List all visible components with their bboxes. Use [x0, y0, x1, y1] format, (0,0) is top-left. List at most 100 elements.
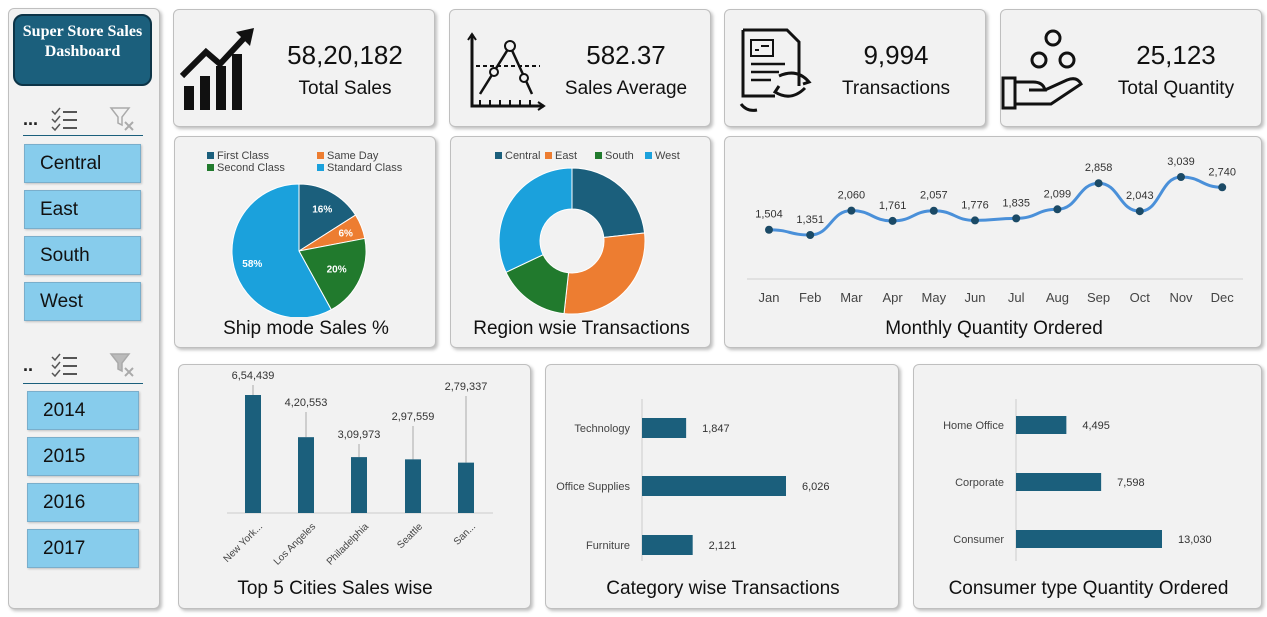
data-label: 1,504 [755, 209, 783, 221]
kpi-value: 582.37 [586, 40, 666, 70]
region-chart-panel: Central East South West Region wsie Transac… [450, 136, 711, 348]
consumer-type-bar-chart: Home Office 4,495 Corporate 7,598 Consumer 13… [943, 399, 1212, 561]
data-label: 1,847 [702, 423, 730, 435]
pie-data-label: 16% [312, 205, 332, 216]
kpi-value: 58,20,182 [287, 40, 403, 70]
category-bar [1016, 416, 1067, 434]
consumer-type-chart-panel: Home Office 4,495 Corporate 7,598 Consumer 13… [913, 364, 1262, 609]
city-bar [245, 395, 261, 513]
data-label: 13,030 [1178, 534, 1212, 546]
monthly-line-chart: 1,504 Jan 1,351 Feb 2,060 Mar 1,761 Apr 2,057 May… [747, 156, 1243, 305]
category-bar-chart: Technology 1,847 Office Supplies 6,026 Furni… [556, 399, 830, 561]
pie-data-label: 20% [327, 265, 347, 276]
y-tick-label: Technology [574, 423, 630, 435]
x-tick-label: Aug [1046, 290, 1069, 305]
multi-select-icon[interactable] [49, 105, 79, 133]
line-point [1218, 183, 1227, 192]
slicer-divider [23, 383, 143, 384]
data-label: 7,598 [1117, 477, 1145, 489]
line-point [888, 216, 897, 225]
region-slicer-item-south[interactable]: South [24, 236, 141, 275]
sidebar: Super Store Sales Dashboard ... Central E… [8, 8, 160, 609]
data-label: 2,099 [1044, 188, 1072, 200]
data-label: 3,09,973 [338, 429, 381, 441]
x-tick-label: Sep [1087, 290, 1110, 305]
x-tick-label: San... [452, 521, 478, 547]
ship-mode-chart-panel: First Class Same DaySecond Class Standard … [174, 136, 436, 348]
donut-slice [498, 167, 573, 273]
line-graph-icon [467, 32, 546, 111]
chart-title: Consumer type Quantity Ordered [948, 578, 1229, 599]
x-tick-label: Mar [840, 290, 863, 305]
data-label: 2,740 [1208, 166, 1236, 178]
kpi-label: Sales Average [564, 78, 688, 99]
clear-filter-icon[interactable] [109, 105, 137, 133]
kpi-label: Transactions [841, 78, 951, 99]
y-tick-label: Corporate [955, 477, 1004, 489]
category-bar [642, 418, 687, 438]
line-point [929, 206, 938, 215]
x-tick-label: Nov [1169, 290, 1193, 305]
dashboard-title: Super Store Sales Dashboard [13, 14, 152, 86]
x-tick-label: New York... [222, 521, 266, 565]
x-tick-label: Seattle [395, 521, 425, 551]
monthly-quantity-chart-panel: 1,504 Jan 1,351 Feb 2,060 Mar 1,761 Apr 2,057 May… [724, 136, 1262, 348]
data-label: 2,043 [1126, 190, 1154, 202]
kpi-card-sales-average: 582.37 Sales Average [449, 9, 711, 127]
category-bar [642, 535, 693, 555]
chart-title: Ship mode Sales % [223, 318, 389, 339]
year-slicer-item-2016[interactable]: 2016 [27, 483, 139, 522]
x-tick-label: Jul [1008, 290, 1025, 305]
year-slicer-item-2015[interactable]: 2015 [27, 437, 139, 476]
chart-title: Top 5 Cities Sales wise [237, 578, 433, 599]
top-cities-chart-panel: 6,54,439 New York... 4,20,553 Los Angeles 3,… [178, 364, 531, 609]
y-tick-label: Office Supplies [556, 481, 630, 493]
slicer-divider [23, 135, 143, 136]
data-label: 1,776 [961, 199, 989, 211]
x-tick-label: May [922, 290, 947, 305]
region-slicer-header: ... [23, 105, 143, 135]
clear-filter-icon[interactable] [109, 351, 137, 379]
line-point [971, 216, 979, 225]
data-label: 2,057 [920, 190, 948, 202]
slicer-header-label: .. [23, 355, 34, 375]
kpi-card-transactions: 9,994 Transactions [724, 9, 986, 127]
pie-data-label: 6% [338, 229, 353, 240]
chart-title: Region wsie Transactions [473, 318, 690, 339]
x-tick-label: Oct [1130, 290, 1151, 305]
region-slicer-item-east[interactable]: East [24, 190, 141, 229]
data-label: 6,54,439 [232, 370, 275, 382]
line-point [765, 225, 773, 234]
data-label: 2,121 [709, 540, 737, 552]
x-tick-label: Jun [965, 290, 986, 305]
chart-title: Category wise Transactions [606, 578, 840, 599]
line-point [847, 206, 856, 215]
region-slicer-item-central[interactable]: Central [24, 144, 141, 183]
year-slicer-item-2017[interactable]: 2017 [27, 529, 139, 568]
category-bar [1016, 473, 1102, 491]
city-bar [351, 457, 367, 513]
line-point [1135, 207, 1144, 216]
region-slicer-item-west[interactable]: West [24, 282, 141, 321]
pie-data-label: 58% [242, 259, 262, 270]
y-tick-label: Furniture [586, 540, 630, 552]
x-tick-label: Philadelphia [325, 521, 372, 568]
data-label: 2,97,559 [392, 411, 435, 423]
category-bar [1016, 530, 1162, 548]
data-label: 2,79,337 [445, 381, 488, 393]
year-slicer-item-2014[interactable]: 2014 [27, 391, 139, 430]
multi-select-icon[interactable] [49, 351, 79, 379]
city-bar [405, 459, 421, 513]
hand-coins-icon [1001, 29, 1083, 110]
category-bar [642, 476, 786, 496]
kpi-label: Total Quantity [1117, 78, 1235, 99]
year-slicer-header: .. [23, 351, 143, 381]
invoice-exchange-icon [739, 28, 812, 112]
ship-mode-pie-chart: 16% 6% 20% 58% [231, 183, 367, 317]
kpi-value: 25,123 [1136, 40, 1216, 70]
category-chart-panel: Technology 1,847 Office Supplies 6,026 Furni… [545, 364, 899, 609]
donut-slice [571, 167, 646, 239]
series-line [768, 175, 1223, 237]
kpi-card-total-quantity: 25,123 Total Quantity [1000, 9, 1262, 127]
x-tick-label: Jan [759, 290, 780, 305]
